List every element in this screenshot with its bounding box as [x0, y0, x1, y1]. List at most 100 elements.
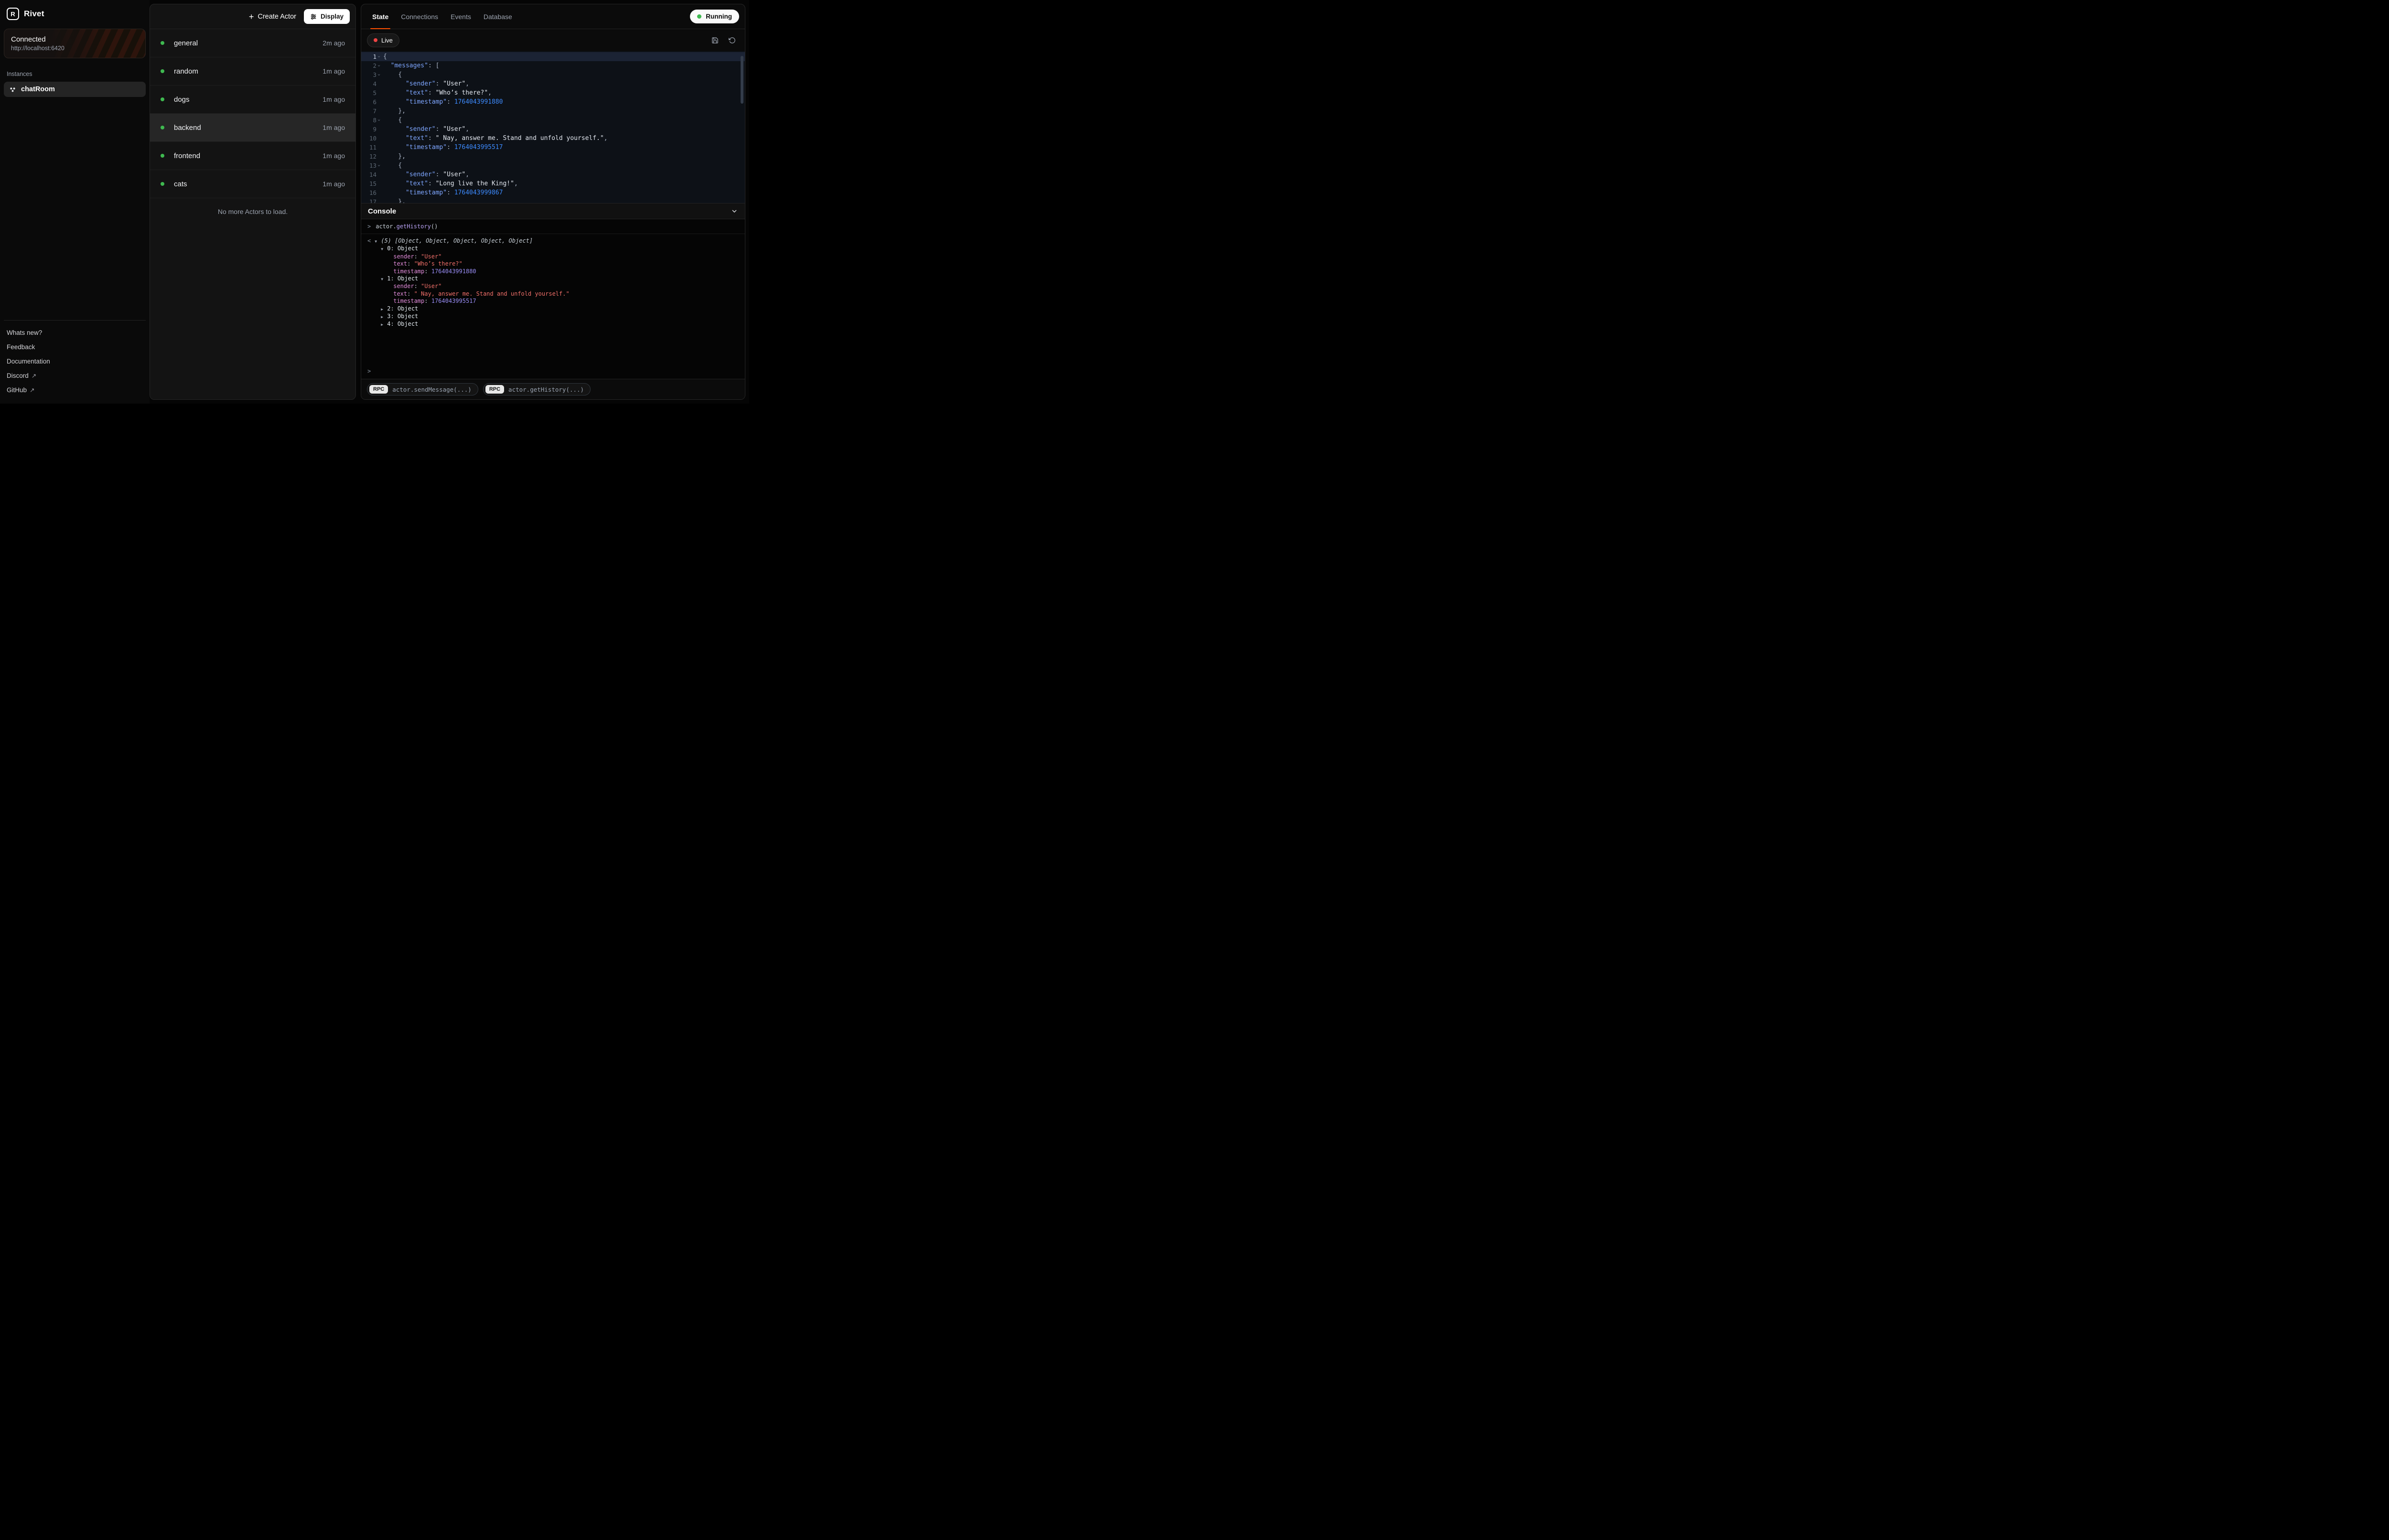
- tab-events[interactable]: Events: [445, 4, 476, 29]
- state-editor[interactable]: 1›{2› "messages": [3› {4 "sender": "User…: [361, 51, 745, 203]
- actor-age: 1m ago: [323, 152, 345, 160]
- fold-chevron-icon[interactable]: ›: [375, 72, 384, 77]
- fold-chevron-icon[interactable]: ›: [375, 163, 384, 168]
- create-actor-button[interactable]: + Create Actor: [249, 12, 296, 21]
- save-button[interactable]: [708, 33, 722, 47]
- code-line: 17 },: [361, 197, 745, 203]
- console-entry: ▶3: Object: [375, 313, 569, 321]
- rpc-button[interactable]: RPCactor.sendMessage(...): [367, 383, 478, 396]
- app: R Rivet Connected http://localhost:6420 …: [0, 0, 749, 404]
- sidebar-link-label: Discord: [7, 372, 29, 379]
- fold-chevron-icon[interactable]: ›: [375, 54, 384, 59]
- code-text: {: [383, 116, 402, 125]
- actor-status-dot: [161, 154, 164, 158]
- instance-list: chatRoom: [4, 82, 146, 97]
- line-number: 11: [368, 143, 377, 152]
- console-entry: sender: "User": [375, 283, 569, 290]
- line-number: 10: [368, 134, 377, 143]
- code-text: {: [383, 52, 387, 61]
- actor-name: cats: [174, 180, 187, 188]
- disclosure-triangle-icon[interactable]: ▼: [381, 276, 387, 283]
- editor-actions: [708, 33, 739, 47]
- actor-status-dot: [161, 126, 164, 129]
- actor-row-general[interactable]: general2m ago: [150, 29, 355, 57]
- undo-button[interactable]: [725, 33, 739, 47]
- disclosure-triangle-icon[interactable]: ▶: [381, 306, 387, 313]
- sidebar-link-discord[interactable]: Discord↗: [4, 368, 146, 383]
- rpc-badge: RPC: [369, 385, 388, 394]
- sidebar: R Rivet Connected http://localhost:6420 …: [0, 0, 150, 404]
- code-text: "sender": "User",: [383, 125, 469, 134]
- code-text: "timestamp": 1764043999867: [383, 188, 503, 197]
- connection-url: http://localhost:6420: [11, 45, 139, 52]
- code-text: "timestamp": 1764043991880: [383, 97, 503, 107]
- fold-chevron-icon[interactable]: ›: [375, 63, 384, 68]
- actor-age: 1m ago: [323, 67, 345, 75]
- console-entry: ▶2: Object: [375, 305, 569, 313]
- actor-name: random: [174, 67, 198, 75]
- code-line: 10 "text": " Nay, answer me. Stand and u…: [361, 134, 745, 143]
- sidebar-link-label: Documentation: [7, 358, 50, 365]
- actor-row-dogs[interactable]: dogs1m ago: [150, 86, 355, 114]
- disclosure-triangle-icon[interactable]: ▼: [375, 238, 381, 245]
- actor-row-random[interactable]: random 1m ago: [150, 57, 355, 86]
- code-text: "timestamp": 1764043995517: [383, 143, 503, 152]
- actor-name: dogs: [174, 96, 190, 104]
- tab-database[interactable]: Database: [478, 4, 517, 29]
- code-text: "messages": [: [383, 61, 439, 70]
- external-link-icon: ↗: [30, 386, 34, 394]
- code-text: },: [383, 107, 406, 116]
- editor-scrollbar[interactable]: [741, 56, 743, 104]
- actor-row-backend[interactable]: backend1m ago: [150, 114, 355, 142]
- console-title: Console: [368, 207, 396, 215]
- actor-status-dot: [161, 69, 164, 73]
- code-text: {: [383, 161, 402, 170]
- detail-tabs-row: StateConnectionsEventsDatabase Running: [361, 4, 745, 29]
- sidebar-link-whats-new[interactable]: Whats new?: [4, 325, 146, 340]
- sidebar-link-feedback[interactable]: Feedback: [4, 340, 146, 354]
- disclosure-triangle-icon[interactable]: ▶: [381, 321, 387, 328]
- line-number: 17: [368, 197, 377, 203]
- running-badge: Running: [690, 10, 739, 23]
- actor-name: backend: [174, 124, 201, 132]
- tab-state[interactable]: State: [367, 4, 394, 29]
- actor-name: frontend: [174, 152, 200, 160]
- instance-item-chatRoom[interactable]: chatRoom: [4, 82, 146, 97]
- brand[interactable]: R Rivet: [4, 6, 146, 28]
- console-header[interactable]: Console: [361, 203, 745, 219]
- code-line: 3› {: [361, 70, 745, 79]
- actor-group-icon: [9, 86, 16, 93]
- console-entry: sender: "User": [375, 253, 569, 260]
- console-input-row[interactable]: >: [361, 364, 745, 379]
- actor-status-dot: [161, 41, 164, 45]
- code-line: 5 "text": "Who’s there?",: [361, 88, 745, 97]
- actor-status-dot: [161, 182, 164, 186]
- code-line: 11 "timestamp": 1764043995517: [361, 143, 745, 152]
- sidebar-link-label: GitHub: [7, 386, 27, 394]
- connection-card[interactable]: Connected http://localhost:6420: [4, 29, 146, 58]
- code-line: 8› {: [361, 116, 745, 125]
- disclosure-triangle-icon[interactable]: ▶: [381, 313, 387, 321]
- sidebar-link-documentation[interactable]: Documentation: [4, 354, 146, 368]
- code-line: 7 },: [361, 107, 745, 116]
- instances-label: Instances: [4, 71, 146, 77]
- sidebar-link-github[interactable]: GitHub↗: [4, 383, 146, 397]
- chevron-down-icon: [731, 207, 738, 215]
- rivet-logo-letter: R: [11, 11, 15, 18]
- display-button[interactable]: Display: [304, 9, 350, 24]
- actor-row-cats[interactable]: cats1m ago: [150, 170, 355, 198]
- actors-header: + Create Actor Display: [150, 4, 355, 29]
- code-text: "text": " Nay, answer me. Stand and unfo…: [383, 134, 608, 143]
- console-tree: ▼(5) [Object, Object, Object, Object, Ob…: [375, 237, 569, 329]
- line-number: 15: [368, 179, 377, 188]
- fold-chevron-icon[interactable]: ›: [375, 118, 384, 123]
- create-actor-label: Create Actor: [258, 13, 296, 21]
- tab-connections[interactable]: Connections: [396, 4, 443, 29]
- rpc-button[interactable]: RPCactor.getHistory(...): [483, 383, 591, 396]
- console-entry: ▶4: Object: [375, 321, 569, 328]
- return-icon: <: [367, 237, 371, 329]
- disclosure-triangle-icon[interactable]: ▼: [381, 246, 387, 253]
- code-text: "sender": "User",: [383, 79, 469, 88]
- actor-row-frontend[interactable]: frontend 1m ago: [150, 142, 355, 170]
- code-text: },: [383, 197, 406, 203]
